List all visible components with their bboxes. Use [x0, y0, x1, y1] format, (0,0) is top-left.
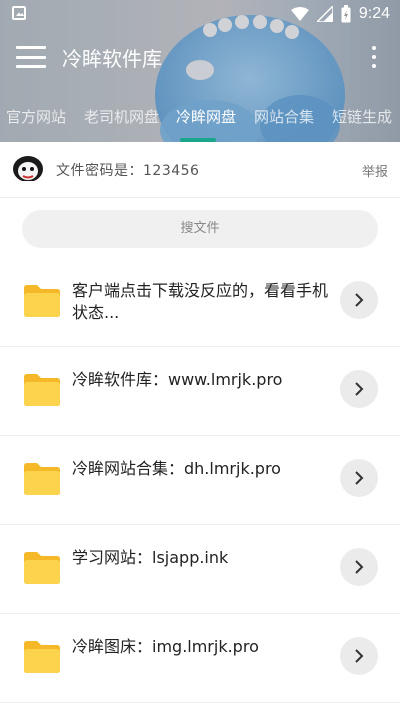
file-name: 冷眸软件库：www.lmrjk.pro — [72, 370, 283, 389]
tab-driver-netdisk[interactable]: 老司机网盘 — [84, 106, 159, 127]
tab-site-collection[interactable]: 网站合集 — [254, 106, 314, 127]
folder-icon — [24, 463, 60, 495]
file-name: 学习网站：lsjapp.ink — [72, 548, 229, 567]
open-button[interactable] — [340, 281, 378, 319]
list-item[interactable]: 冷眸软件库：www.lmrjk.pro — [0, 347, 400, 436]
folder-icon — [24, 374, 60, 406]
chevron-right-icon — [355, 382, 364, 396]
chevron-right-icon — [355, 649, 364, 663]
clock: 9:24 — [358, 5, 390, 22]
status-bar: 9:24 — [0, 0, 400, 28]
list-item[interactable]: 冷眸图床：img.lmrjk.pro — [0, 614, 400, 703]
notice-row: 文件密码是：123456 举报 — [0, 142, 400, 198]
folder-icon — [24, 285, 60, 317]
toolbar: 冷眸软件库 — [0, 28, 400, 86]
image-notification-icon — [12, 6, 26, 20]
app-title: 冷眸软件库 — [62, 47, 162, 71]
open-button[interactable] — [340, 370, 378, 408]
folder-icon — [24, 552, 60, 584]
tab-lengmou-netdisk[interactable]: 冷眸网盘 — [176, 106, 236, 127]
battery-icon — [341, 5, 351, 23]
wifi-icon — [290, 7, 309, 21]
password-notice: 文件密码是：123456 — [56, 163, 200, 179]
menu-icon[interactable] — [16, 46, 46, 68]
tab-official-site[interactable]: 官方网站 — [6, 106, 66, 127]
report-button[interactable]: 举报 — [362, 161, 388, 180]
avatar — [10, 152, 46, 188]
tab-bar: 官方网站 老司机网盘 冷眸网盘 网站合集 短链生成 — [0, 100, 400, 142]
list-item[interactable]: 客户端点击下载没反应的，看看手机状态... — [0, 258, 400, 347]
search-input[interactable]: 搜文件 — [22, 210, 378, 248]
open-button[interactable] — [340, 548, 378, 586]
more-options-icon[interactable] — [370, 46, 378, 68]
chevron-right-icon — [355, 293, 364, 307]
chevron-right-icon — [355, 471, 364, 485]
chevron-right-icon — [355, 560, 364, 574]
open-button[interactable] — [340, 637, 378, 675]
signal-icon — [316, 6, 333, 22]
app-header: 9:24 冷眸软件库 官方网站 老司机网盘 冷眸网盘 网站合集 短链生成 — [0, 0, 400, 142]
file-name: 冷眸图床：img.lmrjk.pro — [72, 637, 259, 656]
folder-icon — [24, 641, 60, 673]
file-name: 冷眸网站合集：dh.lmrjk.pro — [72, 459, 281, 478]
open-button[interactable] — [340, 459, 378, 497]
tab-short-link[interactable]: 短链生成 — [332, 106, 392, 127]
file-name: 客户端点击下载没反应的，看看手机状态... — [72, 281, 329, 322]
list-item[interactable]: 冷眸网站合集：dh.lmrjk.pro — [0, 436, 400, 525]
list-item[interactable]: 学习网站：lsjapp.ink — [0, 525, 400, 614]
